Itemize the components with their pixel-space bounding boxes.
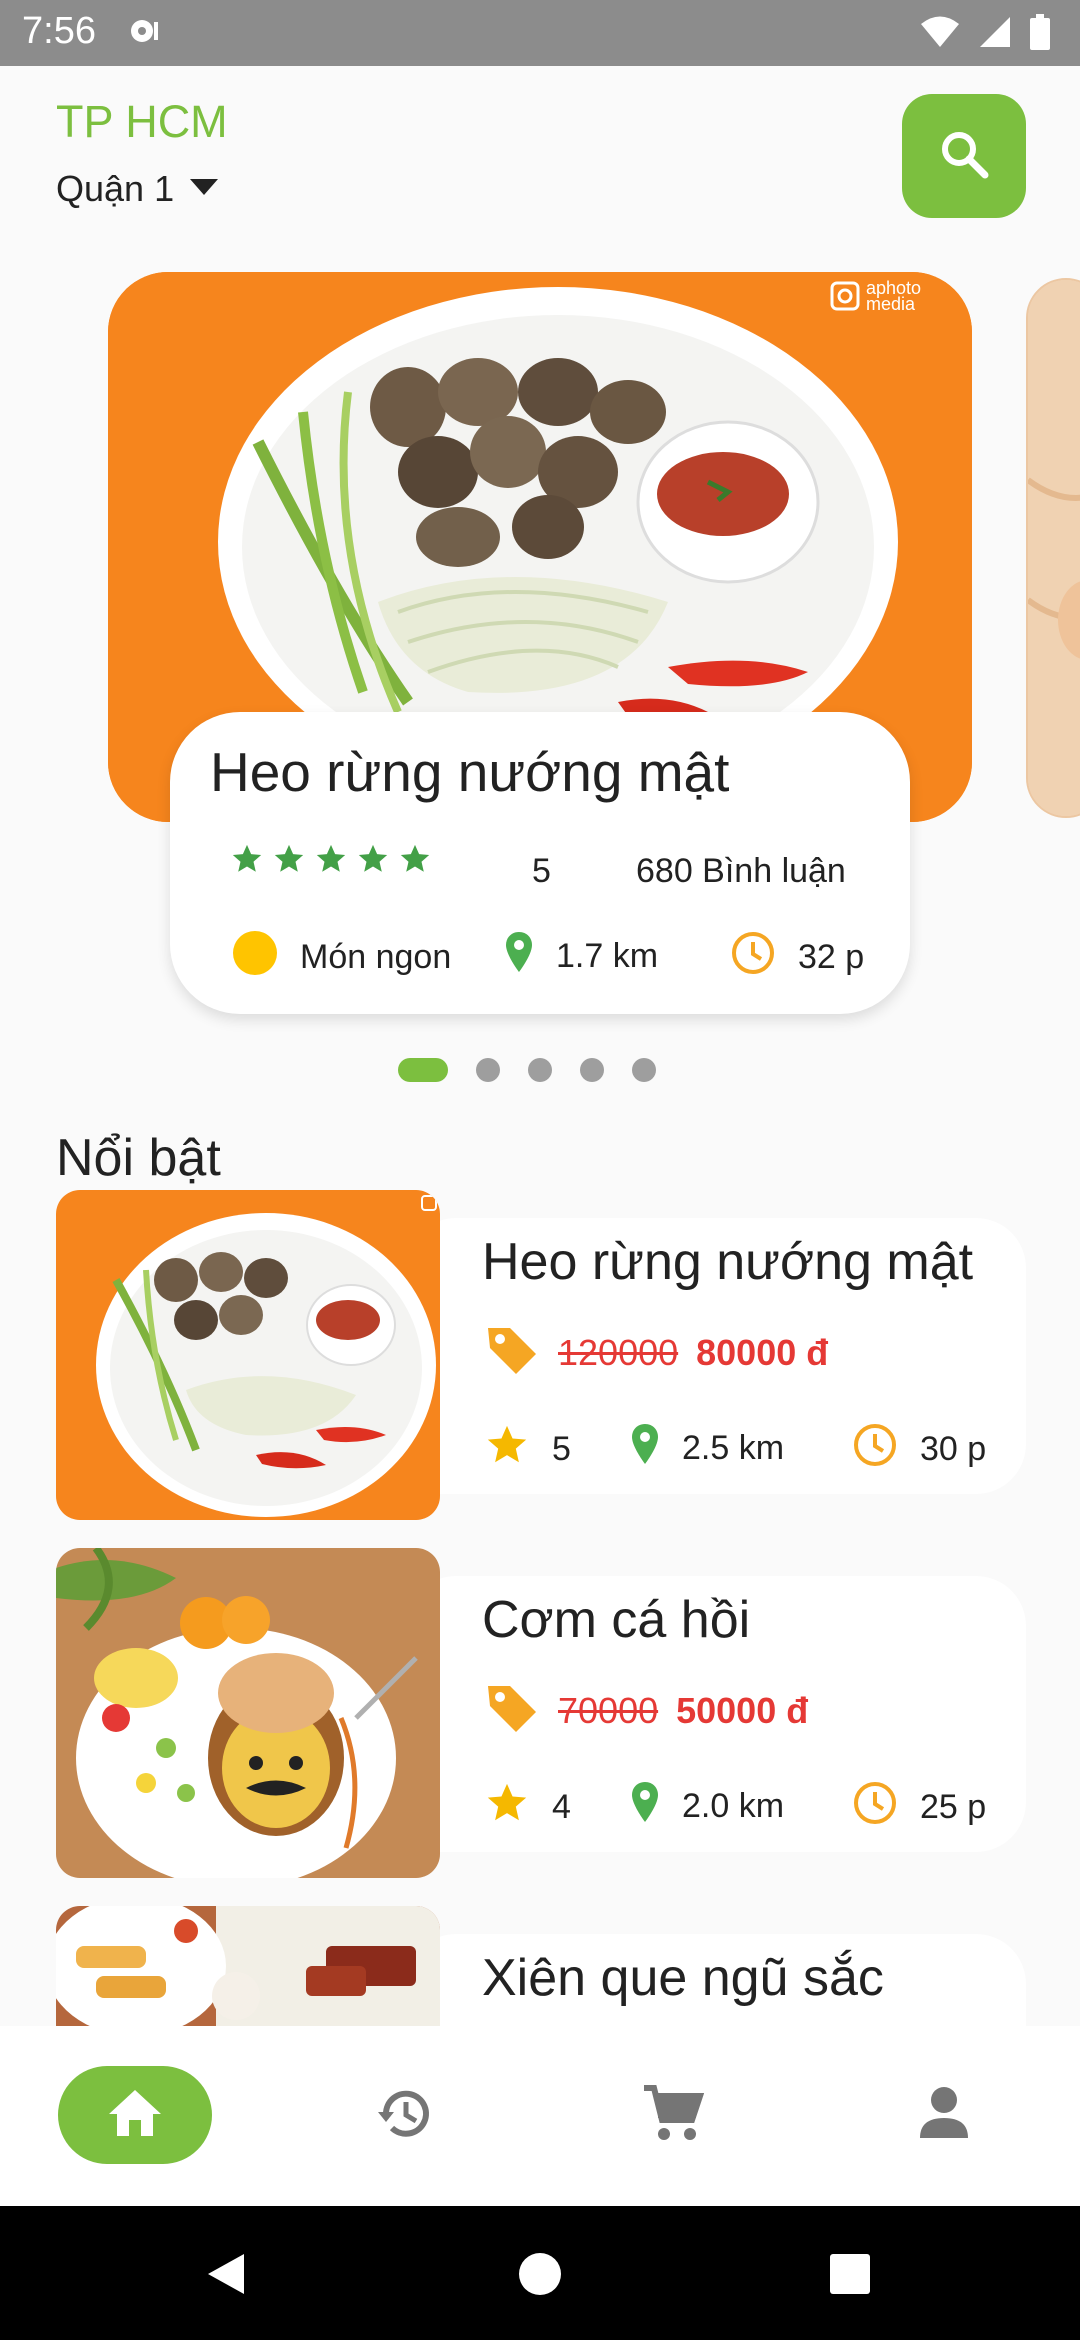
food-image: [56, 1190, 440, 1520]
clock-icon: [852, 1780, 898, 1835]
back-icon[interactable]: [206, 2252, 246, 2301]
price-row: 70000 50000 đ: [484, 1680, 808, 1741]
signal-icon: [978, 15, 1012, 54]
recents-icon[interactable]: [830, 2254, 870, 2299]
food-name: Heo rừng nướng mật: [482, 1233, 974, 1291]
district-selector[interactable]: Quận 1: [56, 168, 220, 210]
food-name: Xiên que ngũ sắc: [482, 1949, 884, 2007]
featured-time: 32 p: [730, 930, 864, 985]
featured-rating: 5: [532, 852, 551, 890]
food-distance: 2.0 km: [630, 1780, 784, 1833]
district-label: Quận 1: [56, 168, 175, 209]
star-icon: [232, 844, 262, 872]
new-price: 80000 đ: [696, 1331, 829, 1373]
battery-icon: [1030, 14, 1050, 55]
old-price: 120000: [558, 1331, 679, 1373]
location-pin-icon: [630, 1422, 660, 1475]
system-nav-bar: [0, 2206, 1080, 2340]
featured-time-label: 32 p: [798, 938, 865, 976]
star-icon: [484, 1422, 530, 1477]
home-icon: [107, 2088, 163, 2143]
carousel-pager[interactable]: [398, 1058, 656, 1082]
star-icon: [316, 844, 346, 872]
food-rating: 5: [484, 1422, 571, 1477]
featured-title: Heo rừng nướng mật: [210, 741, 730, 803]
featured-reviews[interactable]: 680 Bình luận: [636, 852, 846, 891]
section-title: Nổi bật: [56, 1129, 221, 1187]
food-rating-label: 5: [552, 1430, 571, 1468]
food-distance: 2.5 km: [630, 1422, 784, 1475]
pager-dot[interactable]: [580, 1058, 604, 1082]
pager-dot[interactable]: [632, 1058, 656, 1082]
star-icon: [358, 844, 388, 872]
home-circle-icon[interactable]: [518, 2252, 562, 2301]
pager-dot[interactable]: [476, 1058, 500, 1082]
chevron-down-icon: [188, 177, 220, 202]
food-distance-label: 2.0 km: [682, 1787, 785, 1825]
bottom-nav: [0, 2026, 1080, 2206]
clock-icon: [852, 1422, 898, 1477]
food-time: 25 p: [852, 1780, 986, 1835]
featured-info-card[interactable]: Heo rừng nướng mật 5 680 Bình luận Món n…: [170, 712, 910, 1014]
status-time: 7:56: [22, 10, 96, 52]
food-list-item[interactable]: Heo rừng nướng mật 120000 80000 đ 5 2.5 …: [56, 1190, 1026, 1520]
pager-dot[interactable]: [528, 1058, 552, 1082]
featured-distance-label: 1.7 km: [556, 937, 659, 975]
food-time-label: 25 p: [920, 1788, 987, 1826]
history-icon[interactable]: [376, 2084, 436, 2149]
carousel-next-card[interactable]: [1026, 278, 1080, 818]
old-price: 70000: [558, 1689, 659, 1731]
featured-meta: Món ngon 1.7 km 32 p: [232, 930, 882, 990]
star-icon: [484, 1780, 530, 1835]
account-icon[interactable]: [916, 2084, 972, 2145]
pager-dot[interactable]: [398, 1058, 448, 1082]
food-rating-label: 4: [552, 1788, 571, 1826]
featured-distance: 1.7 km: [504, 930, 658, 983]
food-time-label: 30 p: [920, 1430, 987, 1468]
food-name: Cơm cá hồi: [482, 1591, 751, 1649]
food-list-item[interactable]: Cơm cá hồi 70000 50000 đ 4 2.0 km 25 p: [56, 1548, 1026, 1878]
clock-icon: [730, 930, 776, 985]
food-time: 30 p: [852, 1422, 986, 1477]
star-icon: [274, 844, 304, 872]
search-icon: [937, 127, 991, 186]
nav-home-button[interactable]: [58, 2066, 212, 2164]
search-button[interactable]: [902, 94, 1026, 218]
cart-icon[interactable]: [642, 2084, 705, 2149]
price-tag-icon: [484, 1322, 540, 1383]
price-row: 120000 80000 đ: [484, 1322, 828, 1383]
food-image: [56, 1548, 440, 1878]
watermark-text: aphoto media: [866, 278, 922, 314]
status-bar: 7:56: [0, 0, 1080, 66]
new-price: 50000 đ: [676, 1689, 809, 1731]
price-tag-icon: [484, 1680, 540, 1741]
featured-tag: Món ngon: [232, 930, 451, 985]
tag-dot-icon: [232, 930, 278, 985]
location-pin-icon: [630, 1780, 660, 1833]
food-rating: 4: [484, 1780, 571, 1835]
food-distance-label: 2.5 km: [682, 1429, 785, 1467]
watermark-logo: aphoto media: [830, 278, 950, 314]
notification-icon: [128, 16, 164, 51]
featured-tag-label: Món ngon: [300, 938, 452, 976]
wifi-icon: [920, 15, 960, 54]
city-label: TP HCM: [56, 96, 228, 147]
star-icon: [400, 844, 430, 872]
rating-stars: [230, 842, 432, 876]
location-pin-icon: [504, 930, 534, 983]
